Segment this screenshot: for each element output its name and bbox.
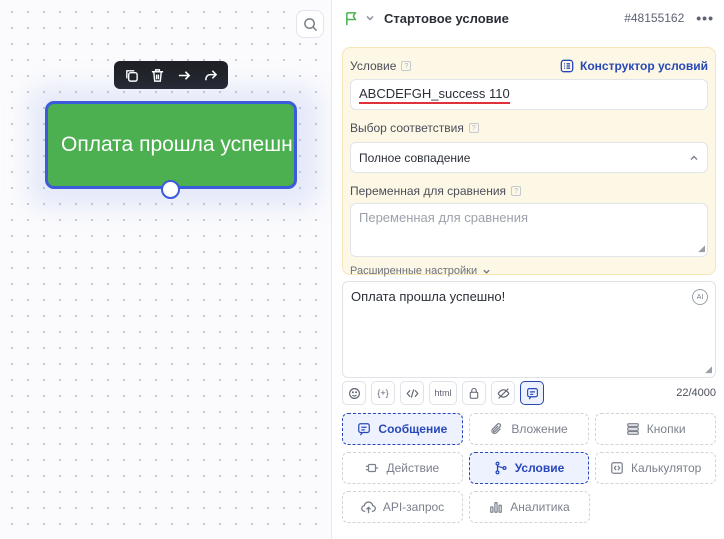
emoji-icon[interactable] [342,381,366,405]
compare-var-placeholder: Переменная для сравнения [359,210,529,225]
type-label: Действие [386,461,440,475]
node-id: #48155162 [624,11,685,25]
builder-link-label: Конструктор условий [580,59,708,73]
match-selected: Полное совпадение [359,150,471,165]
compare-var-label-row: Переменная для сравнения ? [350,183,708,199]
builder-icon [560,59,574,73]
type-label: Калькулятор [631,461,702,475]
panel-title: Стартовое условие [384,10,509,26]
character-counter: 22/4000 [676,387,716,399]
message-editor[interactable]: Оплата прошла успешно! AI ◢ [342,281,716,378]
search-icon [303,17,318,32]
copy-icon[interactable] [120,64,142,86]
compare-var-input[interactable]: Переменная для сравнения ◢ [350,203,708,257]
flow-node[interactable]: Оплата прошла успешн [45,101,297,189]
branch-icon [494,461,508,475]
type-buttons-button[interactable]: Кнопки [595,413,717,445]
buttons-icon [626,422,640,436]
help-icon[interactable]: ? [468,123,479,133]
html-icon[interactable]: html [429,381,457,405]
node-title: Оплата прошла успешн [61,133,293,156]
action-icon [365,461,379,475]
more-options-icon[interactable]: ••• [696,10,714,26]
resize-handle-icon[interactable]: ◢ [698,243,705,254]
cloud-upload-icon [360,500,376,515]
help-icon[interactable]: ? [511,186,522,196]
type-calculator-button[interactable]: Калькулятор [595,452,717,484]
flag-icon [344,11,359,26]
match-label-row: Выбор соответствия ? [350,120,708,136]
type-label: Вложение [511,422,568,436]
help-icon[interactable]: ? [401,61,412,71]
condition-label: Условие [350,59,397,73]
arrow-right-icon[interactable] [173,64,195,86]
match-select[interactable]: Полное совпадение [350,142,708,173]
preview-off-icon[interactable] [491,381,515,405]
advanced-settings-label: Расширенные настройки [350,265,478,277]
panel-header: Стартовое условие #48155162 ••• [332,0,724,36]
type-attachment-button[interactable]: Вложение [468,413,590,445]
type-message-button[interactable]: Сообщение [342,413,463,445]
calculator-icon [610,461,624,475]
type-label: API-запрос [382,500,445,514]
type-condition-button[interactable]: Условие [468,452,590,484]
chevron-up-icon [689,153,699,163]
chat-bubble-icon[interactable] [520,381,544,405]
advanced-settings-toggle[interactable]: Расширенные настройки [350,265,708,277]
flow-canvas[interactable]: Оплата прошла успешн [0,0,331,539]
condition-section: Условие ? Конструктор условий ABCDEFGH_s… [342,47,716,277]
share-icon[interactable] [200,64,222,86]
message-icon [357,422,371,436]
type-api-request-button[interactable]: API-запрос [342,491,463,523]
paperclip-icon [490,422,504,436]
chart-icon [489,500,503,514]
type-action-button[interactable]: Действие [342,452,463,484]
condition-input[interactable]: ABCDEFGH_success 110 [350,79,708,110]
block-type-grid: Сообщение Вложение Кнопки Действие Услов… [342,413,717,530]
type-label: Аналитика [510,500,570,514]
formatting-toolbar: {+} html 22/4000 [342,381,716,405]
type-label: Условие [514,461,565,475]
type-label: Сообщение [378,422,448,436]
node-output-handle[interactable] [161,180,180,199]
type-analytics-button[interactable]: Аналитика [469,491,590,523]
match-label: Выбор соответствия [350,121,464,135]
type-label: Кнопки [646,422,686,436]
variable-icon[interactable]: {+} [371,381,395,405]
condition-builder-link[interactable]: Конструктор условий [560,59,708,73]
node-settings-panel: Стартовое условие #48155162 ••• Условие … [331,0,724,539]
chevron-down-icon [482,267,491,276]
code-icon[interactable] [400,381,424,405]
resize-handle-icon[interactable]: ◢ [705,364,712,375]
ai-icon[interactable]: AI [692,289,708,305]
message-text: Оплата прошла успешно! [351,289,506,304]
compare-var-label: Переменная для сравнения [350,184,507,198]
canvas-search-button[interactable] [296,10,324,38]
condition-label-row: Условие ? Конструктор условий [350,58,708,74]
condition-value: ABCDEFGH_success 110 [359,86,510,104]
chevron-down-icon[interactable] [365,13,375,23]
node-toolbar [114,61,228,89]
trash-icon[interactable] [147,64,169,86]
lock-icon[interactable] [462,381,486,405]
